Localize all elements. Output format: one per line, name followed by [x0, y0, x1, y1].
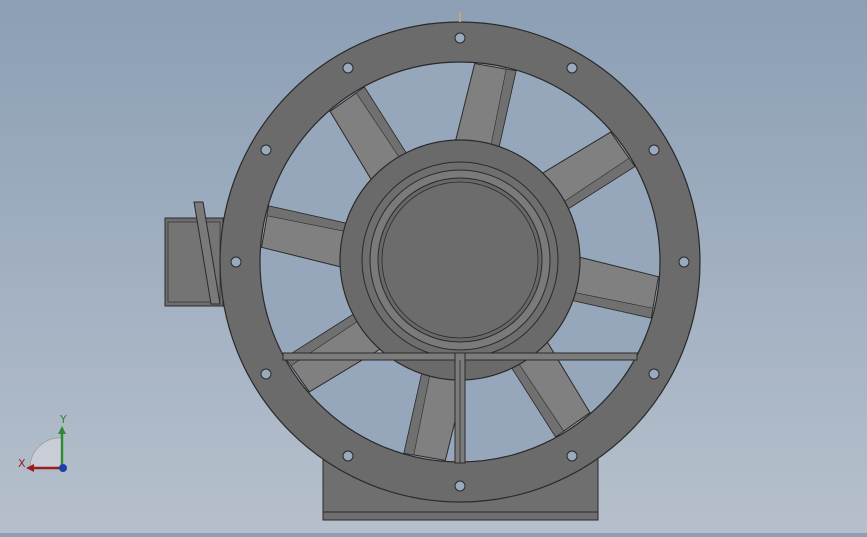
- bolt-hole: [648, 144, 660, 156]
- triad-plane-shading: [29, 437, 63, 469]
- bolt-hole: [454, 480, 466, 492]
- y-axis-label: Y: [59, 413, 67, 426]
- side-junction-box: [164, 201, 224, 307]
- cad-viewport[interactable]: [0, 0, 867, 533]
- y-arrow-head: [58, 426, 66, 434]
- hub: [339, 139, 581, 381]
- coordinate-triad: X Y: [10, 410, 80, 480]
- bolt-hole: [342, 62, 354, 74]
- bolt-hole: [342, 450, 354, 462]
- bolt-hole: [260, 368, 272, 380]
- x-axis-label: X: [18, 457, 26, 470]
- bolt-hole: [678, 256, 690, 268]
- fan-model[interactable]: [0, 0, 867, 533]
- bolt-hole: [230, 256, 242, 268]
- bolt-hole: [260, 144, 272, 156]
- bolt-hole: [566, 450, 578, 462]
- z-axis-dot: [59, 464, 67, 472]
- bolt-hole: [566, 62, 578, 74]
- bolt-hole: [648, 368, 660, 380]
- bolt-hole: [454, 32, 466, 44]
